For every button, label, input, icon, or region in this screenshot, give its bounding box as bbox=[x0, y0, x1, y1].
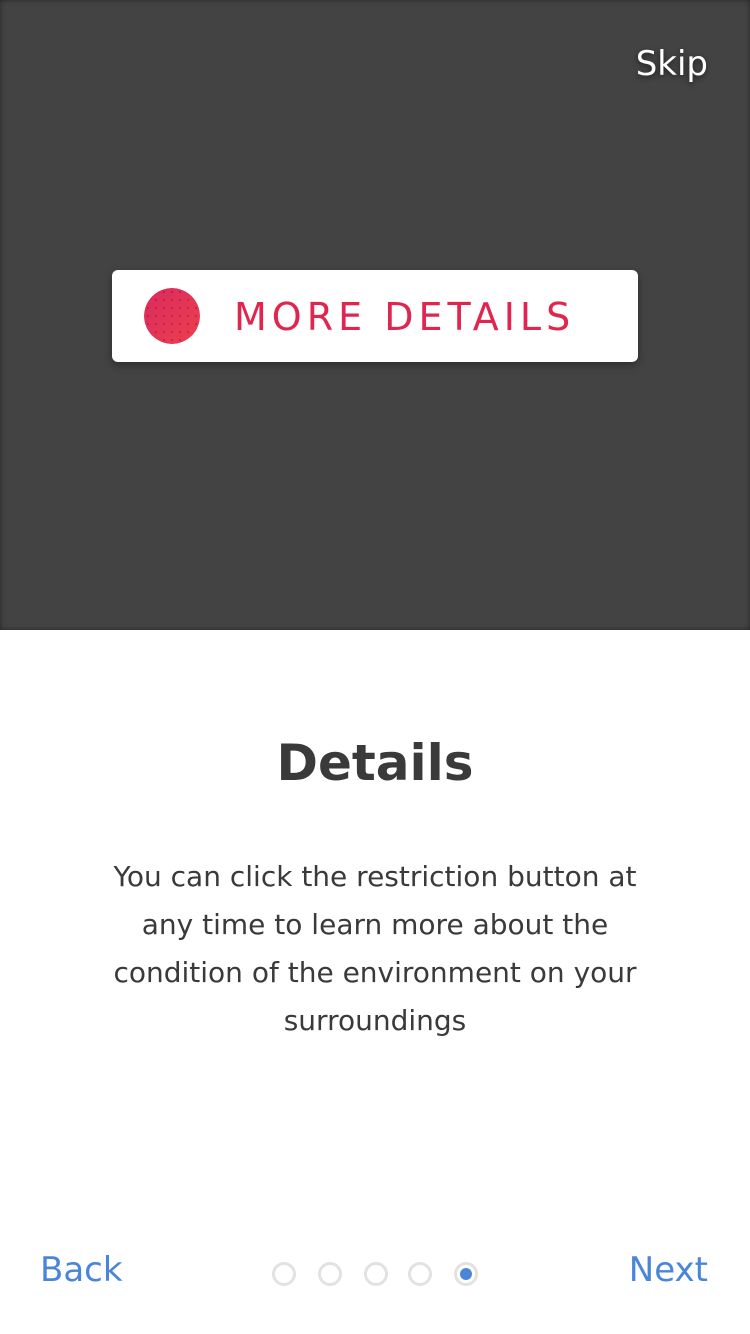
onboarding-screen: Skip MORE DETAILS Details You can click … bbox=[0, 0, 750, 1334]
page-dot-1[interactable] bbox=[272, 1262, 296, 1286]
status-dot-icon bbox=[144, 288, 200, 344]
more-details-button[interactable]: MORE DETAILS bbox=[112, 270, 638, 362]
next-button[interactable]: Next bbox=[629, 1250, 708, 1290]
skip-button[interactable]: Skip bbox=[636, 44, 708, 84]
back-button[interactable]: Back bbox=[40, 1250, 123, 1290]
page-dot-3[interactable] bbox=[364, 1262, 388, 1286]
hero-panel: Skip MORE DETAILS bbox=[0, 0, 750, 630]
page-dot-5-active[interactable] bbox=[454, 1262, 478, 1286]
more-details-label: MORE DETAILS bbox=[234, 295, 576, 339]
page-dot-2[interactable] bbox=[318, 1262, 342, 1286]
page-dot-4[interactable] bbox=[408, 1262, 432, 1286]
page-description: You can click the restriction button at … bbox=[113, 860, 637, 1037]
page-title: Details bbox=[276, 734, 474, 792]
page-indicator bbox=[272, 1262, 482, 1286]
